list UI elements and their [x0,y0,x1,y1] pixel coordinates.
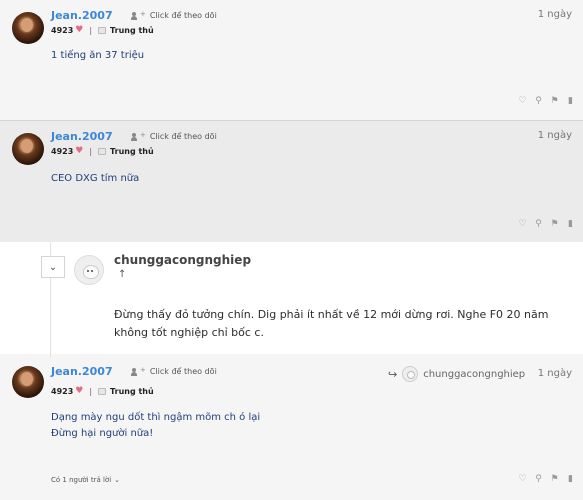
avatar[interactable] [12,12,44,44]
arrow-up-icon[interactable]: ↑ [118,269,126,280]
reply-arrow-icon: ↪ [388,367,398,381]
post-actions: ♡ ⚲ ⚑ ▮ [518,219,575,229]
collapse-button[interactable]: ⌄ [41,256,65,278]
reply-to-username: chunggacongnghiep [423,368,526,380]
user-stats: 4923 ♥ | Trung thủ [51,25,154,35]
like-icon[interactable]: ♡ [518,96,527,106]
quoted-text: Đừng thấy đỏ tưởng chín. Dig phải ít nhấ… [114,308,549,339]
post: Jean.2007 + Click để theo dõi 4923 ♥ | T… [0,120,583,242]
content-line: CEO DXG tím nữa [51,173,140,184]
avatar[interactable] [12,133,44,165]
follow-label: Click để theo dõi [149,367,217,376]
plus-icon: + [140,365,146,374]
content-line: Đừng hại người nữa! [51,428,154,439]
likes-count: 4923 [51,386,74,396]
user-title: Trung thủ [110,146,154,156]
username[interactable]: Jean.2007 [51,9,113,22]
reply-to-avatar [402,366,419,382]
like-icon[interactable]: ♡ [518,219,527,229]
user-plus-icon [131,132,139,141]
avatar[interactable] [74,255,104,285]
user-stats: 4923 ♥ | Trung thủ [51,386,154,396]
post: Jean.2007 + Click để theo dõi 4923 ♥ | T… [0,354,583,500]
badge-icon [98,26,107,34]
follow-label: Click để theo dõi [149,11,217,20]
replies-toggle[interactable]: Có 1 người trả lời ⌄ [51,476,120,484]
badge-icon [98,387,107,395]
thread-line [50,354,51,358]
quoted-username[interactable]: chunggacongnghiep [114,253,251,267]
user-title: Trung thủ [110,25,154,35]
flag-icon[interactable]: ⚑ [550,219,559,229]
content-line: 1 tiếng ăn 37 triệu [51,50,145,61]
bookmark-icon[interactable]: ▮ [566,96,575,106]
reply-to-link[interactable]: ↪ chunggacongnghiep [388,366,525,382]
link-icon[interactable]: ⚲ [534,96,543,106]
follow-button[interactable]: + Click để theo dõi [131,365,217,376]
flag-icon[interactable]: ⚑ [550,474,559,484]
link-icon[interactable]: ⚲ [534,219,543,229]
user-plus-icon [131,367,139,376]
chevron-down-icon: ⌄ [48,261,58,273]
replies-label: Có 1 người trả lời [51,476,112,484]
heart-icon: ♥ [75,146,84,156]
plus-icon: + [140,130,146,139]
link-icon[interactable]: ⚲ [534,474,543,484]
post-content: CEO DXG tím nữa [51,171,139,187]
post-time[interactable]: 1 ngày [538,9,572,20]
chevron-down-icon: ⌄ [114,476,121,484]
divider: | [89,25,93,35]
like-icon[interactable]: ♡ [518,474,527,484]
bookmark-icon[interactable]: ▮ [566,219,575,229]
heart-icon: ♥ [75,25,84,35]
quoted-reply: ⌄ chunggacongnghiep ↑ Đừng thấy đỏ tưởng… [0,242,583,354]
likes-count: 4923 [51,146,74,156]
username[interactable]: Jean.2007 [51,365,113,378]
post-actions: ♡ ⚲ ⚑ ▮ [518,96,575,106]
follow-button[interactable]: + Click để theo dõi [131,9,217,20]
user-title: Trung thủ [110,386,154,396]
bookmark-icon[interactable]: ▮ [566,474,575,484]
flag-icon[interactable]: ⚑ [550,96,559,106]
post-content: 1 tiếng ăn 37 triệu [51,48,144,64]
follow-button[interactable]: + Click để theo dõi [131,130,217,141]
likes-count: 4923 [51,25,74,35]
divider: | [89,386,93,396]
user-stats: 4923 ♥ | Trung thủ [51,146,154,156]
content-line: Dạng mày ngu dốt thì ngậm mõm ch ó lại [51,412,261,423]
post: Jean.2007 + Click để theo dõi 4923 ♥ | T… [0,0,583,120]
badge-icon [98,147,107,155]
post-time[interactable]: 1 ngày [538,368,572,379]
plus-icon: + [140,9,146,18]
avatar[interactable] [12,366,44,398]
post-actions: ♡ ⚲ ⚑ ▮ [518,474,575,484]
divider: | [89,146,93,156]
post-content: Dạng mày ngu dốt thì ngậm mõm ch ó lại Đ… [51,410,260,442]
follow-label: Click để theo dõi [149,132,217,141]
user-plus-icon [131,11,139,20]
post-time[interactable]: 1 ngày [538,130,572,141]
username[interactable]: Jean.2007 [51,130,113,143]
heart-icon: ♥ [75,386,84,396]
